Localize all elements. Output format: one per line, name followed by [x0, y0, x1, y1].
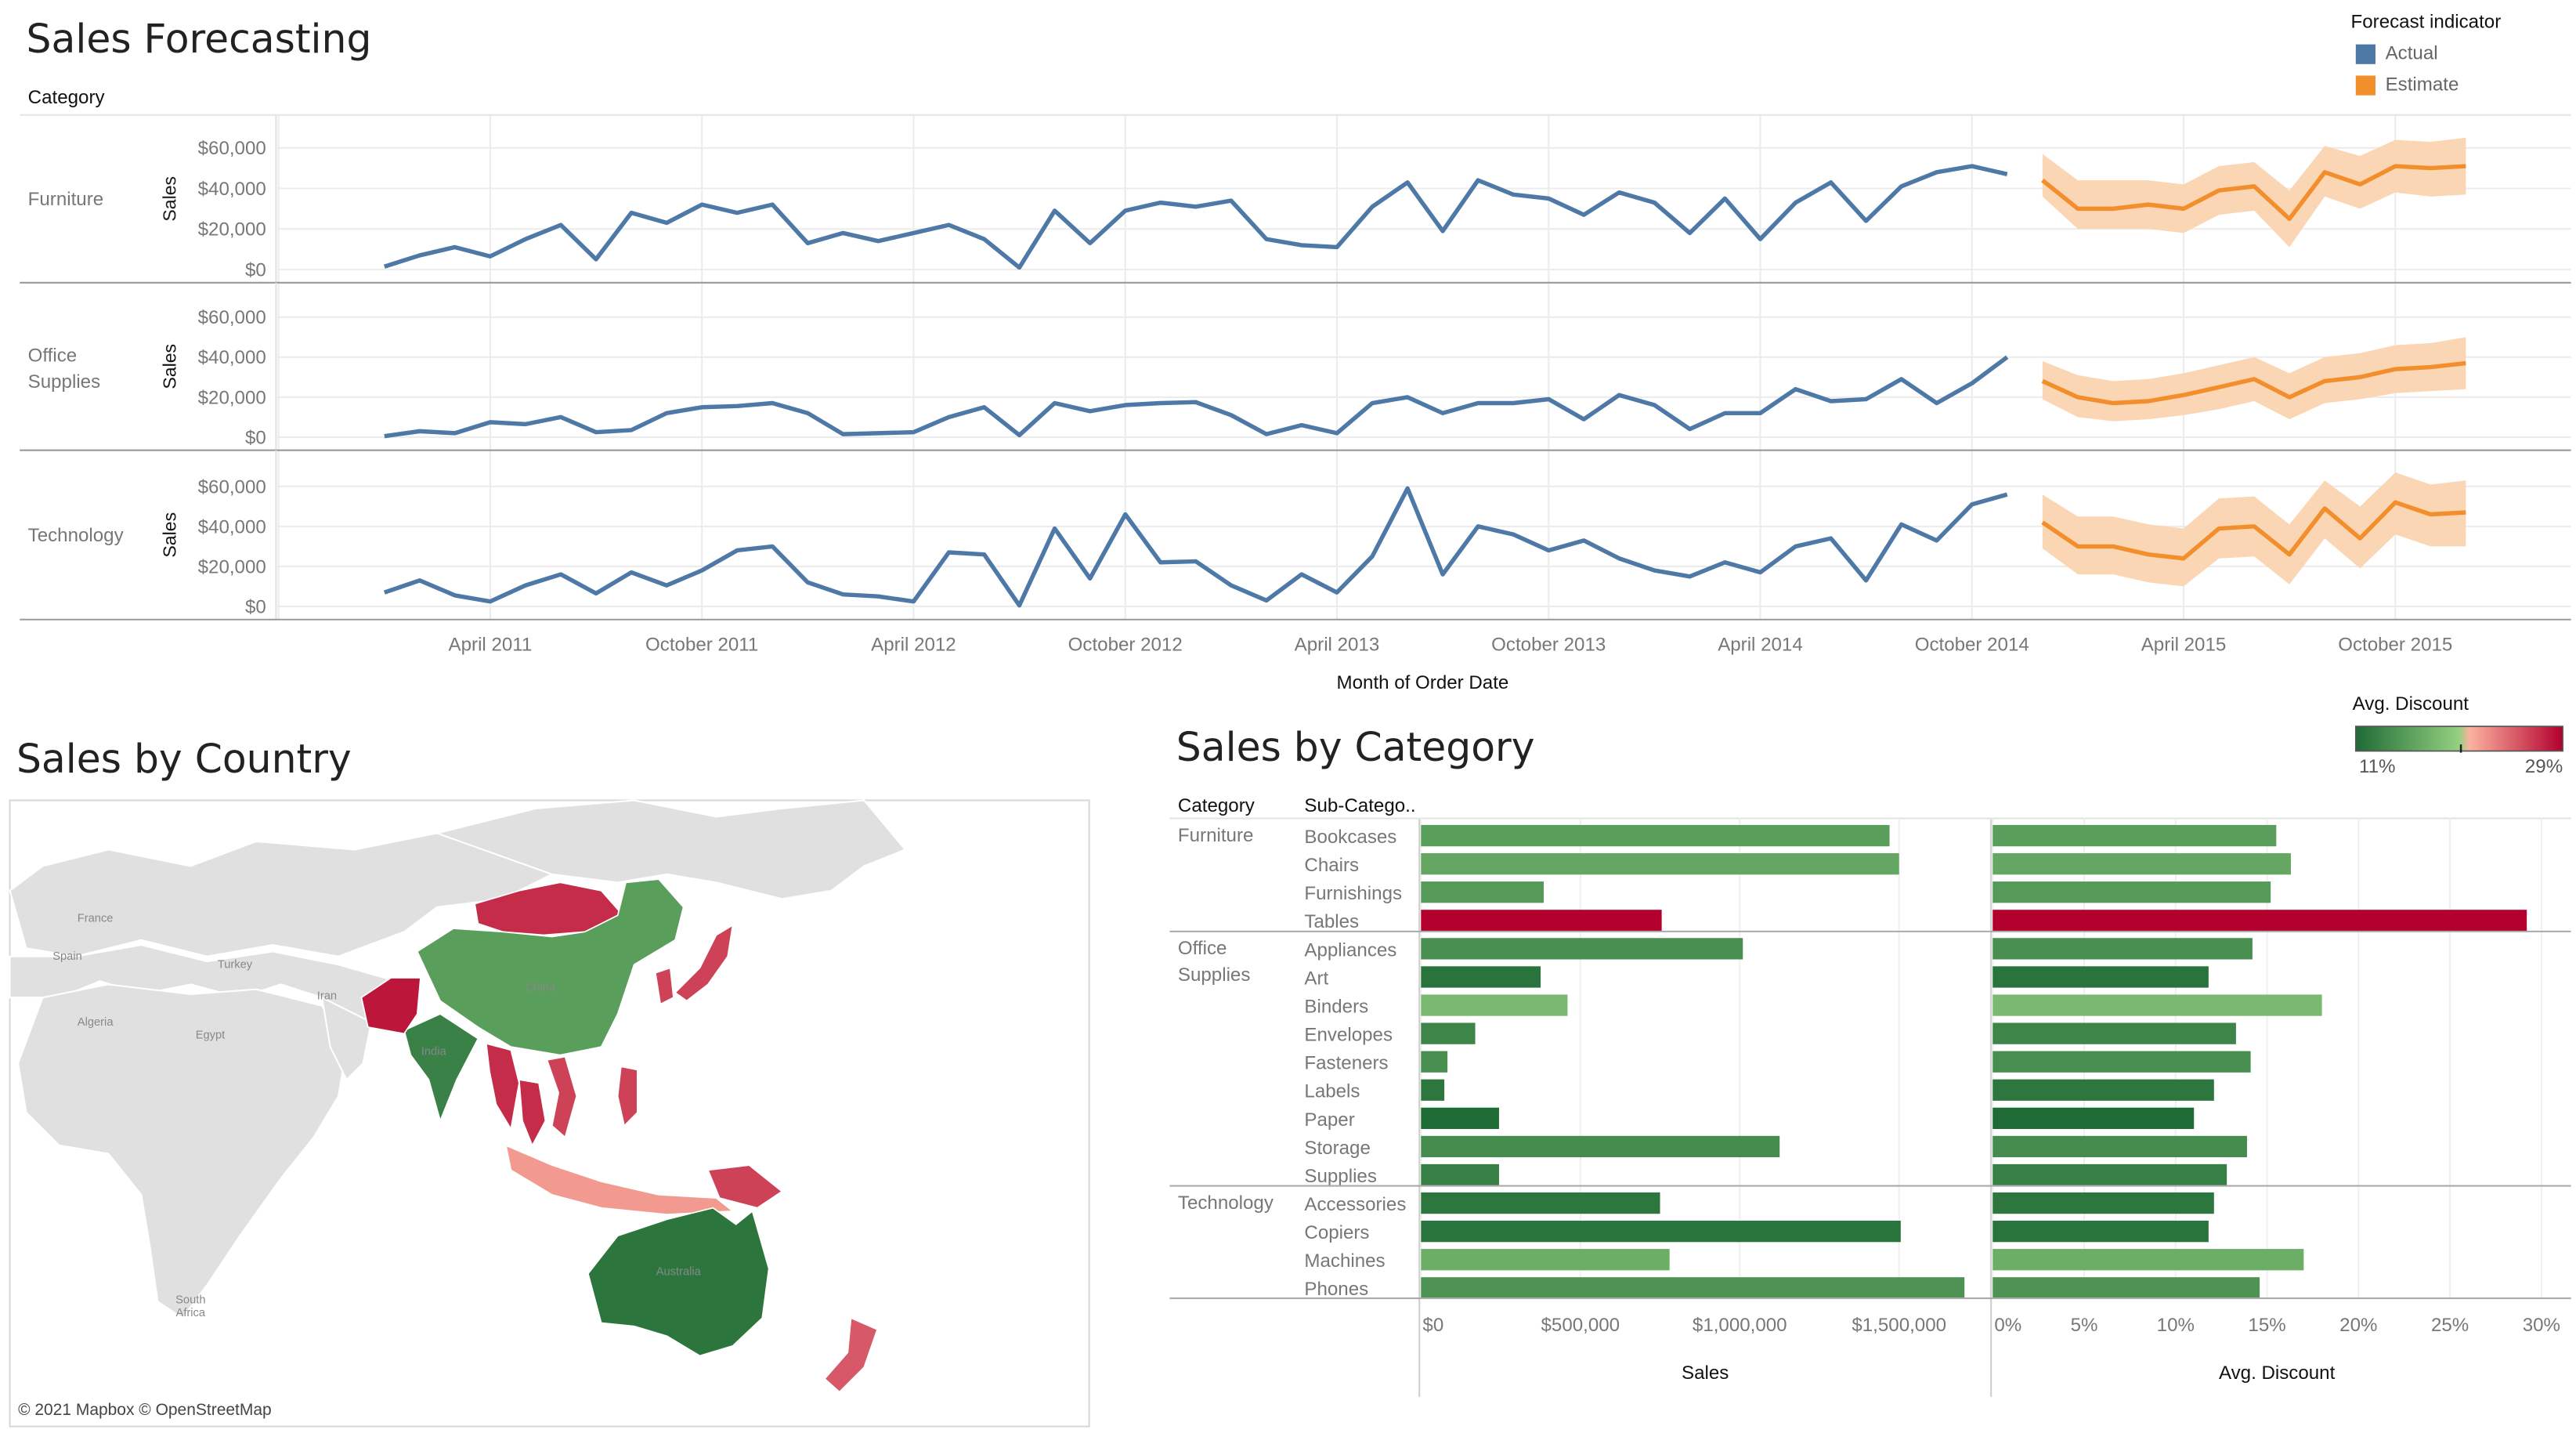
discount-tick-label: 25%: [2431, 1315, 2469, 1336]
discount-bar: [1993, 853, 2291, 875]
group-category-label: Office: [1178, 938, 1227, 959]
discount-bar: [1993, 910, 2527, 932]
subcategory-label: Fasteners: [1304, 1053, 1388, 1074]
discount-bar: [1993, 1135, 2247, 1158]
subcategory-label: Accessories: [1304, 1194, 1406, 1215]
sales-tick-label: $1,500,000: [1852, 1315, 1946, 1336]
subcategory-label: Labels: [1304, 1081, 1360, 1102]
subcategory-label: Furnishings: [1304, 883, 1402, 904]
sales-bar: [1421, 966, 1541, 988]
discount-bar: [1993, 1221, 2209, 1243]
discount-tick-label: 30%: [2523, 1315, 2560, 1336]
sales-bar: [1421, 881, 1545, 903]
discount-bar: [1993, 938, 2253, 960]
sales-bar: [1421, 910, 1662, 932]
sales-bar: [1421, 938, 1743, 960]
discount-bar: [1993, 881, 2271, 903]
subcategory-label: Appliances: [1304, 939, 1396, 961]
discount-bar: [1993, 1022, 2236, 1044]
category-bar-chart: Furniture Bookcases Chairs Furnishings Table…: [1169, 817, 2571, 1397]
discount-tick-label: 0%: [1994, 1315, 2021, 1336]
sales-bar: [1421, 1277, 1965, 1299]
subcategory-label: Chairs: [1304, 855, 1359, 876]
subcategory-label: Envelopes: [1304, 1025, 1393, 1046]
discount-bar: [1993, 824, 2277, 847]
group-category-label: Technology: [1178, 1192, 1274, 1214]
subcategory-label: Binders: [1304, 996, 1368, 1017]
sales-tick-label: $1,000,000: [1693, 1315, 1787, 1336]
subcategory-label: Phones: [1304, 1279, 1368, 1300]
subcategory-label: Art: [1304, 968, 1328, 989]
subcategory-label: Machines: [1304, 1250, 1385, 1272]
group-category-label: Furniture: [1178, 825, 1253, 846]
subcategory-label: Copiers: [1304, 1222, 1369, 1243]
dashboard: Sales Forecasting Category Forecast indi…: [0, 0, 2576, 1433]
sales-bar: [1421, 1249, 1670, 1271]
sales-bar: [1421, 1221, 1901, 1243]
discount-axis-title: Avg. Discount: [2219, 1362, 2336, 1384]
discount-bar: [1993, 1249, 2304, 1271]
group-category-label: Supplies: [1178, 964, 1250, 986]
subcategory-label: Tables: [1304, 911, 1359, 932]
discount-tick-label: 15%: [2248, 1315, 2285, 1336]
sales-bar: [1421, 1051, 1448, 1073]
discount-bar: [1993, 1107, 2195, 1129]
subcategory-label: Storage: [1304, 1138, 1370, 1159]
sales-axis-title: Sales: [1682, 1362, 1729, 1384]
discount-tick-label: 10%: [2157, 1315, 2195, 1336]
discount-bar: [1993, 994, 2322, 1016]
sales-bar: [1421, 1079, 1445, 1101]
subcategory-label: Bookcases: [1304, 827, 1396, 848]
sales-bar: [1421, 1022, 1476, 1044]
discount-bar: [1993, 1192, 2214, 1214]
discount-tick-label: 20%: [2339, 1315, 2377, 1336]
sales-bar: [1421, 1135, 1780, 1158]
sales-bar: [1421, 994, 1568, 1016]
sales-bar: [1421, 853, 1899, 875]
discount-bar: [1993, 1079, 2214, 1101]
discount-bar: [1993, 966, 2209, 988]
discount-bar: [1993, 1051, 2251, 1073]
subcategory-label: Supplies: [1304, 1166, 1376, 1187]
sales-tick-label: $500,000: [1541, 1315, 1620, 1336]
sales-bar: [1421, 1163, 1499, 1186]
discount-bar: [1993, 1163, 2227, 1186]
sales-bar: [1421, 1192, 1660, 1214]
sales-bar: [1421, 824, 1890, 847]
sales-bar: [1421, 1107, 1499, 1129]
subcategory-label: Paper: [1304, 1109, 1354, 1131]
discount-tick-label: 5%: [2071, 1315, 2098, 1336]
discount-bar: [1993, 1277, 2260, 1299]
sales-tick-label: $0: [1422, 1315, 1443, 1336]
